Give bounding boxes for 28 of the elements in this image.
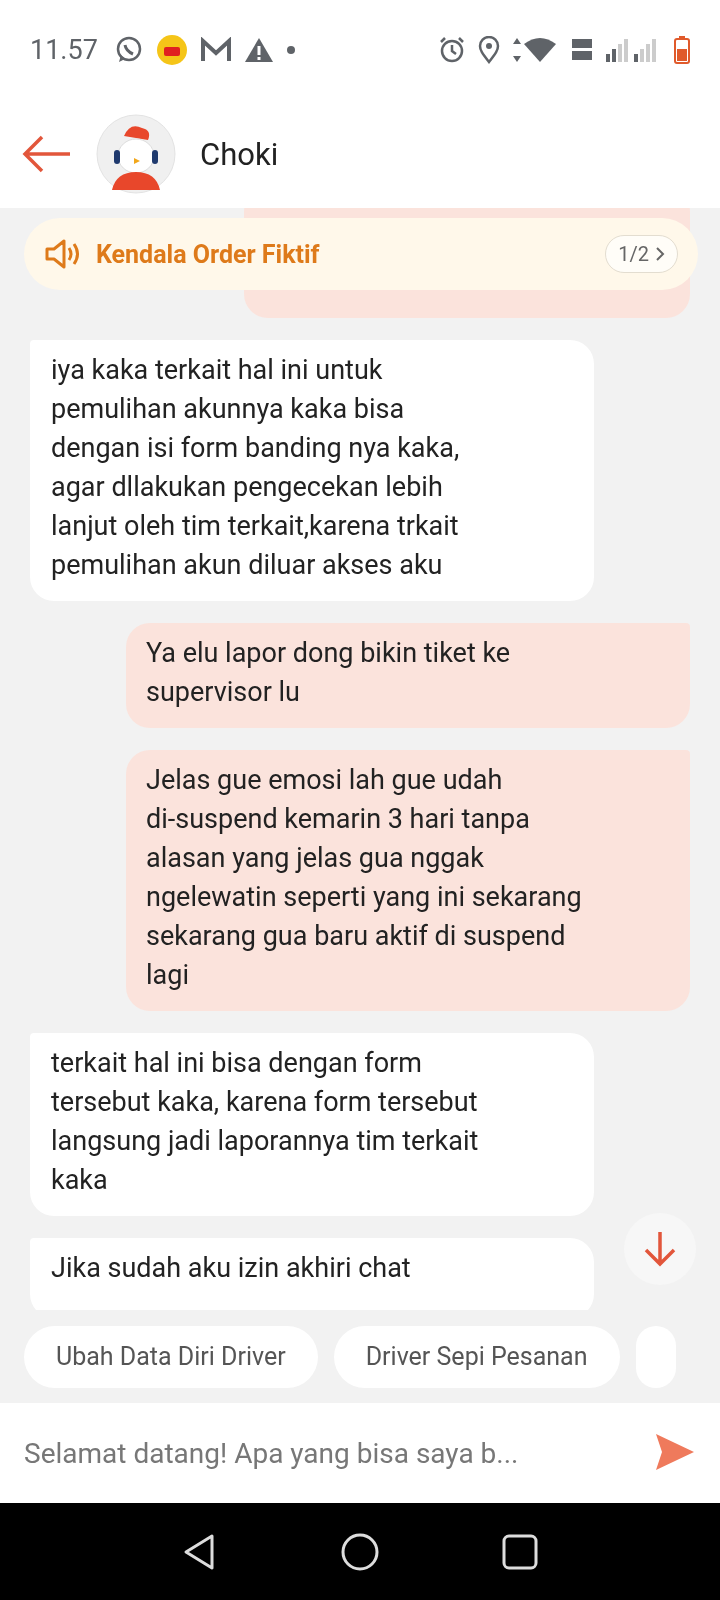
battery-icon xyxy=(674,36,690,64)
message-text: Jika sudah aku izin akhiri chat xyxy=(30,1238,594,1310)
quick-reply-chip[interactable]: Ubah Data Diri Driver xyxy=(24,1325,318,1388)
status-time: 11.57 xyxy=(30,34,98,66)
warning-icon xyxy=(243,37,274,63)
dot-icon xyxy=(285,45,296,55)
send-button[interactable] xyxy=(638,1403,720,1503)
quick-reply-chip[interactable]: Driver Sepi Pesanan xyxy=(333,1325,620,1388)
mail-icon xyxy=(199,37,232,63)
home-nav-icon[interactable] xyxy=(340,1531,380,1572)
message-text: terkait hal ini bisa dengan form tersebut kaka, karena form tersebut langsung jadi laporannya tim terkait kaka xyxy=(30,1033,594,1216)
message-text: Ya elu lapor dong bikin tiket ke supervisor lu xyxy=(126,623,690,728)
message-text: Jelas gue emosi lah gue udah di-suspend kemarin 3 hari tanpa alasan yang jelas gua nggak ngelewatin seperti yang ini sekarang sekarang gua baru aktif di suspend lagi xyxy=(126,750,690,1011)
back-icon[interactable] xyxy=(22,134,72,174)
alarm-icon xyxy=(438,36,466,64)
send-icon xyxy=(654,1431,696,1472)
announcement-text: Kendala Order Fiktif xyxy=(96,239,321,269)
message-input[interactable]: Selamat datang! Apa yang bisa saya b... xyxy=(0,1403,638,1503)
arrow-down-icon xyxy=(643,1230,677,1268)
wifi-icon xyxy=(512,36,558,64)
chat-title: Choki xyxy=(200,135,279,173)
speaker-icon xyxy=(44,238,82,270)
location-icon xyxy=(478,36,500,64)
message-text: iya kaka terkait hal ini untuk pemulihan akunnya kaka bisa dengan isi form banding nya kaka, agar dllakukan pengecekan lebih lanjut oleh tim terkait,karena trkait pemulihan akun diluar akses aku xyxy=(30,340,594,601)
announcement-banner[interactable]: Kendala Order Fiktif 1/2 xyxy=(24,218,698,290)
mascot-avatar-icon xyxy=(96,114,176,194)
chevron-right-icon xyxy=(655,246,665,262)
pager-button[interactable]: 1/2 xyxy=(605,235,678,273)
